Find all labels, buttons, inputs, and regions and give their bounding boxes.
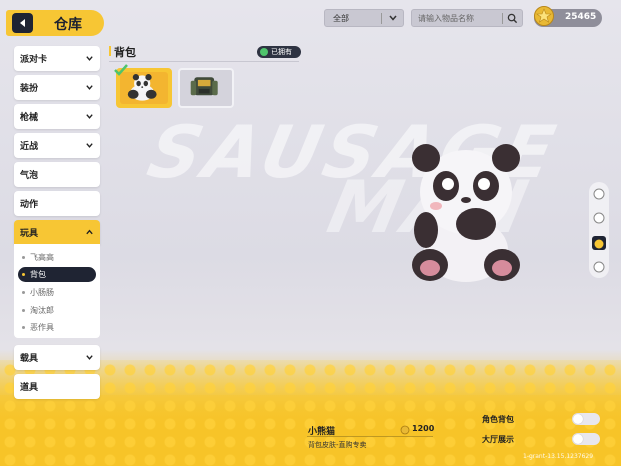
lobby-display-toggle[interactable] [572,433,600,445]
chevron-down-icon [86,56,93,61]
bullet [22,326,25,329]
sidebar-item-guns[interactable]: 枪械 [14,104,100,129]
owned-filter-badge[interactable]: 已拥有 [257,46,301,58]
bullet [22,291,25,294]
divider [307,436,433,437]
currency-amount: 25465 [565,12,597,22]
mech-backpack-thumbnail [190,77,218,96]
submenu-item-prank[interactable]: 恶作具 [18,320,96,335]
sidebar-item-bubble[interactable]: 气泡 [14,162,100,187]
back-button[interactable] [12,13,33,33]
item-price: 1200 [412,424,435,433]
category-filter-dropdown[interactable]: 全部 [324,9,404,27]
section-marker [109,46,111,56]
bullet [22,256,25,259]
bullet [22,309,25,312]
submenu-item-label: 飞高高 [30,253,54,262]
submenu-item-eliminator[interactable]: 淘汰郎 [18,303,96,318]
sidebar-item-label: 气泡 [20,171,39,181]
sidebar-item-label: 动作 [20,200,39,210]
pose-icon [594,239,604,249]
divider [502,13,503,24]
submenu-item-label: 淘汰郎 [30,306,54,315]
bullet [22,273,25,276]
submenu-item-backpack[interactable]: 背包 [18,267,96,282]
sidebar-item-label: 载具 [20,354,39,364]
chevron-down-icon [389,15,397,21]
sidebar-item-label: 玩具 [20,229,39,239]
search-field[interactable]: 请输入物品名称 [411,9,523,27]
view-tab-2-icon[interactable] [592,211,606,225]
sidebar-item-label: 道具 [20,383,39,393]
character-backpack-toggle[interactable] [572,413,600,425]
toggle-knob [573,434,583,444]
chevron-down-icon [86,143,93,148]
sidebar-item-action[interactable]: 动作 [14,191,100,216]
chevron-down-icon [86,355,93,360]
sidebar-item-party-card[interactable]: 派对卡 [14,46,100,71]
sidebar-item-label: 装扮 [20,84,39,94]
sidebar-item-props[interactable]: 道具 [14,374,100,399]
submenu-item-fly-high[interactable]: 飞高高 [18,250,96,265]
sidebar-item-melee[interactable]: 近战 [14,133,100,158]
sidebar-item-toys[interactable]: 玩具 [14,220,100,245]
chevron-down-icon [86,85,93,90]
item-card-mech-backpack[interactable] [178,68,234,108]
panda-character-preview [412,144,520,282]
toggle-label-lobby-display: 大厅展示 [482,435,514,444]
filter-value: 全部 [333,14,349,23]
owned-label: 已拥有 [271,48,292,56]
check-circle-icon [260,48,268,56]
toggle-label-character-backpack: 角色背包 [482,415,514,424]
search-input[interactable]: 请输入物品名称 [418,13,474,24]
star-coin-icon [534,6,554,26]
coin-icon [400,425,410,435]
submenu-item-label: 小肠肠 [30,288,54,297]
sidebar-item-label: 近战 [20,142,39,152]
toys-submenu: 飞高高 背包 小肠肠 淘汰郎 恶作具 [14,244,100,338]
submenu-item-little-sausage[interactable]: 小肠肠 [18,285,96,300]
sidebar-item-vehicle[interactable]: 载具 [14,345,100,370]
sidebar-item-outfit[interactable]: 装扮 [14,75,100,100]
chevron-up-icon [86,229,93,235]
back-arrow-icon [19,19,25,27]
search-icon[interactable] [507,13,518,24]
section-divider [109,61,299,62]
section-title: 背包 [114,46,136,59]
submenu-item-label: 背包 [30,270,46,279]
view-tab-4-icon[interactable] [592,260,606,274]
item-description: 背包皮肤-直购专卖 [308,441,367,449]
chevron-down-icon [86,114,93,119]
checkmark-icon [114,64,128,76]
version-text: 1-grant-13.15.1237629 [523,453,594,460]
divider [381,13,382,24]
submenu-item-label: 恶作具 [30,323,54,332]
page-title: 仓库 [54,17,82,33]
view-tab-3[interactable] [592,236,606,250]
sidebar-item-label: 派对卡 [20,55,48,65]
view-tab-1-icon[interactable] [592,187,606,201]
toggle-knob [573,414,583,424]
sidebar-item-label: 枪械 [20,113,39,123]
